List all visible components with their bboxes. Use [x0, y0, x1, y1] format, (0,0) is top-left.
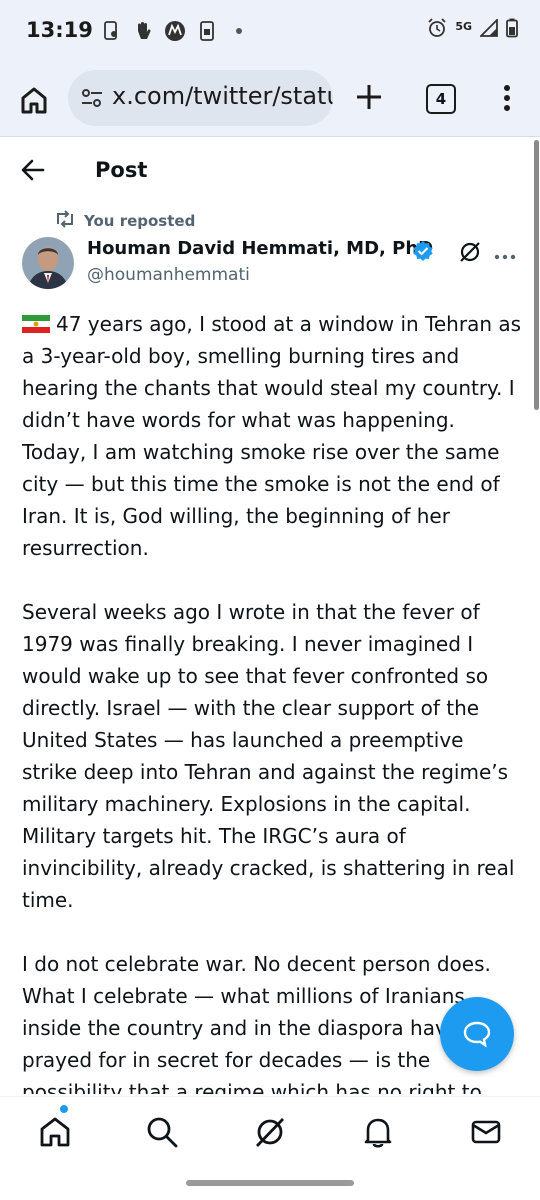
status-bar: 13:19 5G	[0, 0, 540, 62]
scrollbar[interactable]	[534, 140, 539, 410]
more-menu-icon[interactable]	[502, 84, 512, 112]
signal-icon	[478, 17, 498, 41]
home-icon[interactable]	[16, 82, 52, 118]
notification-dot	[60, 1105, 68, 1113]
notifications-icon[interactable]	[361, 1115, 395, 1149]
iran-flag-icon	[22, 310, 50, 333]
battery-icon	[506, 18, 518, 42]
search-icon[interactable]	[145, 1115, 179, 1149]
repost-label: You reposted	[84, 212, 196, 230]
more-options-icon[interactable]	[494, 246, 516, 265]
bottom-navigation	[0, 1096, 540, 1169]
alarm-icon	[427, 18, 447, 42]
author-handle[interactable]: @houmanhemmati	[87, 265, 250, 285]
browser-toolbar: x.com/twitter/statu 4	[0, 62, 540, 137]
author-name[interactable]: Houman David Hemmati, MD, PhD	[87, 238, 433, 259]
screenshot-icon	[100, 20, 122, 42]
post-paragraph: Several weeks ago I wrote in that the fe…	[22, 600, 515, 912]
address-bar[interactable]: x.com/twitter/statu	[68, 70, 333, 126]
avatar[interactable]	[22, 237, 74, 289]
url-text: x.com/twitter/statu	[112, 82, 333, 110]
post-paragraph: 47 years ago, I stood at a window in Teh…	[22, 310, 522, 560]
home-icon[interactable]	[38, 1115, 72, 1149]
tab-switcher-button[interactable]: 4	[426, 84, 456, 114]
dot-icon	[228, 20, 250, 42]
messages-icon[interactable]	[469, 1115, 503, 1149]
post-text: 47 years ago, I stood at a window in Teh…	[22, 308, 522, 1094]
repost-icon	[54, 210, 76, 232]
hand-icon	[132, 20, 154, 42]
post-header: Post	[0, 137, 540, 203]
network-type: 5G	[455, 19, 472, 33]
verified-badge-icon	[412, 240, 434, 266]
gesture-bar[interactable]	[186, 1180, 354, 1186]
compose-reply-button[interactable]	[440, 997, 514, 1071]
page-title: Post	[95, 158, 148, 182]
chat-bubble-icon	[463, 1021, 491, 1048]
grok-icon[interactable]	[458, 240, 482, 268]
motorola-icon	[164, 20, 186, 42]
sim-icon	[196, 20, 218, 42]
status-time: 13:19	[26, 18, 93, 42]
repost-indicator: You reposted	[54, 210, 195, 232]
site-settings-icon[interactable]	[80, 88, 104, 112]
grok-icon[interactable]	[253, 1115, 287, 1149]
new-tab-icon[interactable]	[354, 82, 384, 112]
back-arrow-icon[interactable]	[20, 157, 46, 187]
